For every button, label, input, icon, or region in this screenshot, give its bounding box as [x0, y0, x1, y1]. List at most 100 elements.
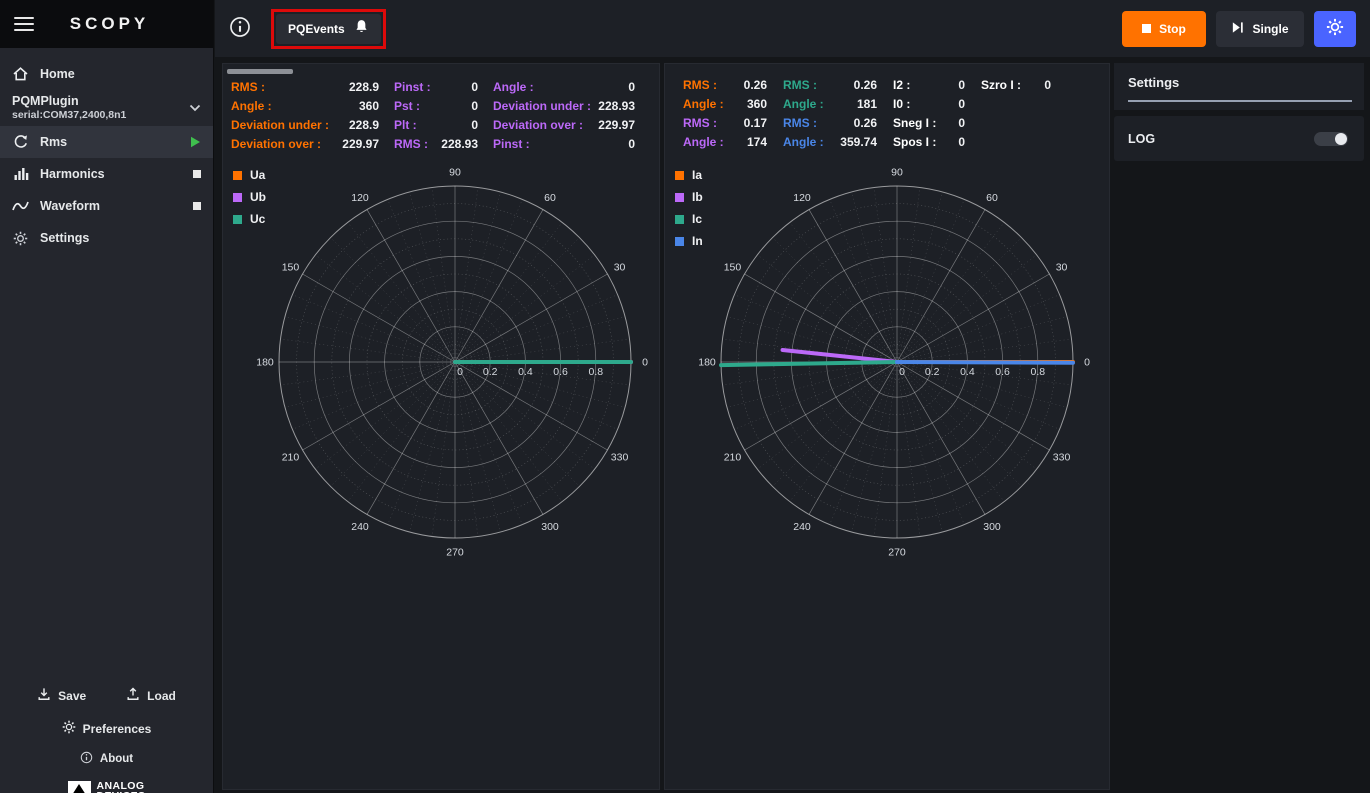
- stat-cell: RMS :228.93: [394, 137, 478, 151]
- svg-text:0: 0: [899, 366, 905, 378]
- stat-cell: Szro I :0: [981, 78, 1051, 92]
- svg-text:30: 30: [1056, 262, 1068, 274]
- chevron-down-icon[interactable]: [189, 104, 201, 112]
- stopped-square-icon[interactable]: [193, 202, 201, 210]
- svg-text:0.4: 0.4: [518, 366, 533, 378]
- preferences-gear-icon: [62, 720, 76, 737]
- stat-cell: Angle :359.74: [783, 135, 877, 149]
- svg-text:0.2: 0.2: [483, 366, 498, 378]
- svg-text:270: 270: [446, 547, 464, 559]
- svg-text:0: 0: [642, 357, 648, 369]
- toolbar: PQEvents Stop Single: [215, 0, 1370, 57]
- sidebar-item-settings[interactable]: Settings: [0, 222, 213, 254]
- load-upload-icon: [126, 687, 140, 704]
- save-button[interactable]: Save: [37, 687, 86, 704]
- log-toggle[interactable]: [1314, 132, 1348, 146]
- svg-text:0: 0: [1084, 357, 1090, 369]
- settings-underline: [1128, 100, 1352, 102]
- svg-text:240: 240: [793, 521, 811, 533]
- preferences-label: Preferences: [83, 722, 152, 736]
- about-info-icon: [80, 751, 93, 767]
- stat-cell: I2 :0: [893, 78, 965, 92]
- stat-cell: Deviation under :228.93: [493, 99, 635, 113]
- settings-header: Settings: [1114, 63, 1364, 110]
- pqevents-highlight-box: PQEvents: [271, 9, 386, 49]
- stat-cell: Deviation over :229.97: [493, 118, 635, 132]
- sidebar-item-waveform[interactable]: Waveform: [0, 190, 213, 222]
- settings-gear-button[interactable]: [1314, 11, 1356, 47]
- voltage-panel: RMS :228.9Pinst :0Angle :0Angle :360Pst …: [222, 63, 660, 790]
- stat-cell: Spos I :0: [893, 135, 965, 149]
- waveform-sine-icon: [12, 199, 29, 213]
- stat-cell: RMS :228.9: [231, 80, 379, 94]
- sidebar-item-pqmplugin[interactable]: PQMPlugin serial:COM37,2400,8n1: [0, 90, 213, 126]
- menu-icon[interactable]: [14, 17, 34, 31]
- sidebar-item-label: Waveform: [40, 199, 100, 213]
- sidebar-header: SCOPY: [0, 0, 213, 48]
- sidebar-item-harmonics[interactable]: Harmonics: [0, 158, 213, 190]
- load-button[interactable]: Load: [126, 687, 176, 704]
- svg-text:210: 210: [282, 452, 300, 464]
- sidebar-item-home[interactable]: Home: [0, 58, 213, 90]
- svg-text:120: 120: [351, 192, 369, 204]
- svg-text:90: 90: [449, 167, 461, 179]
- stat-cell: RMS :0.26: [683, 78, 767, 92]
- stat-cell: Angle :360: [683, 97, 767, 111]
- stat-cell: Pst :0: [394, 99, 478, 113]
- svg-text:180: 180: [698, 357, 716, 369]
- stat-cell: Plt :0: [394, 118, 478, 132]
- svg-text:0: 0: [457, 366, 463, 378]
- svg-text:60: 60: [544, 192, 556, 204]
- app-logo: SCOPY: [34, 14, 185, 34]
- phasor-In: [897, 362, 1073, 363]
- svg-text:330: 330: [1053, 452, 1071, 464]
- settings-panel: Settings LOG: [1114, 63, 1364, 790]
- single-play-icon: [1231, 21, 1244, 37]
- about-button[interactable]: About: [80, 751, 133, 767]
- pqevents-label: PQEvents: [288, 22, 345, 36]
- stat-cell: Sneg I :0: [893, 116, 965, 130]
- sidebar-item-rms[interactable]: Rms: [0, 126, 213, 158]
- sidebar-nav: Home PQMPlugin serial:COM37,2400,8n1 Rms: [0, 48, 213, 254]
- log-label: LOG: [1128, 132, 1155, 146]
- svg-text:30: 30: [614, 262, 626, 274]
- svg-text:210: 210: [724, 452, 742, 464]
- single-button[interactable]: Single: [1216, 11, 1304, 47]
- stop-label: Stop: [1159, 22, 1186, 36]
- pqevents-button[interactable]: PQEvents: [276, 14, 381, 44]
- stat-cell: RMS :0.17: [683, 116, 767, 130]
- current-polar-chart: 030609012015018021024027030033000.20.40.…: [671, 150, 1110, 578]
- rms-icon: [12, 134, 29, 150]
- svg-text:270: 270: [888, 547, 906, 559]
- plugin-serial: serial:COM37,2400,8n1: [12, 108, 126, 122]
- voltage-polar-chart: 030609012015018021024027030033000.20.40.…: [229, 150, 660, 578]
- preferences-button[interactable]: Preferences: [62, 720, 152, 737]
- stat-cell: I0 :0: [893, 97, 965, 111]
- plugin-label: PQMPlugin: [12, 94, 126, 108]
- harmonics-bars-icon: [12, 166, 29, 182]
- run-play-icon[interactable]: [190, 136, 201, 148]
- svg-text:0.2: 0.2: [925, 366, 940, 378]
- bell-icon: [354, 19, 369, 38]
- gear-icon: [1326, 18, 1344, 39]
- stat-cell: Angle :0: [493, 80, 635, 94]
- stat-cell: RMS :0.26: [783, 78, 877, 92]
- svg-text:180: 180: [256, 357, 274, 369]
- sidebar-item-label: Harmonics: [40, 167, 105, 181]
- stat-cell: Pinst :0: [394, 80, 478, 94]
- stop-button[interactable]: Stop: [1122, 11, 1206, 47]
- svg-text:0.8: 0.8: [588, 366, 603, 378]
- stopped-square-icon[interactable]: [193, 170, 201, 178]
- save-download-icon: [37, 687, 51, 704]
- analog-devices-logo: ANALOG DEVICES: [0, 781, 213, 793]
- log-card: LOG: [1114, 116, 1364, 161]
- info-button[interactable]: [229, 16, 251, 41]
- stat-cell: Deviation over :229.97: [231, 137, 379, 151]
- sidebar-footer: Save Load Preferences About: [0, 687, 213, 793]
- svg-text:150: 150: [724, 262, 742, 274]
- svg-text:90: 90: [891, 167, 903, 179]
- svg-text:0.8: 0.8: [1030, 366, 1045, 378]
- voltage-stats: RMS :228.9Pinst :0Angle :0Angle :360Pst …: [223, 64, 659, 151]
- current-panel: RMS :0.26 RMS :0.26 I2 :0 Szro I :0 Angle :3…: [664, 63, 1110, 790]
- scrollbar-handle[interactable]: [227, 69, 293, 74]
